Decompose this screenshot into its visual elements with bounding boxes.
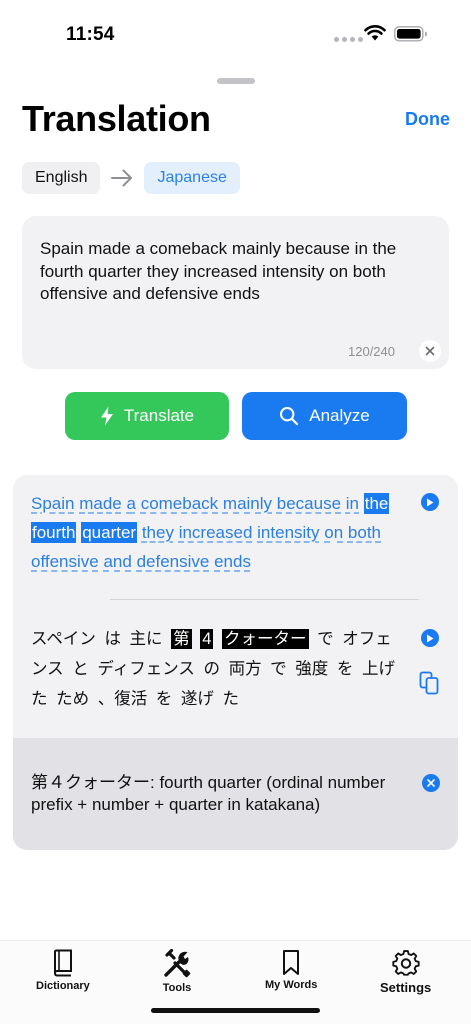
input-text[interactable]: Spain made a comeback mainly because in …: [40, 238, 432, 306]
gear-icon: [392, 950, 420, 976]
source-word-token[interactable]: because: [277, 494, 341, 513]
japanese-word-token[interactable]: た: [31, 690, 48, 708]
divider: [110, 599, 419, 600]
bolt-icon: [100, 406, 113, 426]
target-language-button[interactable]: Japanese: [144, 162, 240, 194]
source-word-token[interactable]: quarter: [81, 522, 138, 543]
japanese-word-token[interactable]: の: [203, 660, 220, 678]
source-word-token[interactable]: intensity: [257, 523, 319, 542]
book-icon: [53, 949, 72, 977]
japanese-word-token[interactable]: 、復活: [98, 690, 148, 708]
sheet-grabber[interactable]: [217, 78, 255, 84]
battery-icon: [394, 26, 427, 42]
japanese-word-token[interactable]: クォーター: [222, 629, 309, 649]
japanese-word-token[interactable]: 両方: [229, 660, 262, 678]
japanese-word-token[interactable]: 強度: [295, 660, 328, 678]
japanese-word-token[interactable]: と: [72, 660, 89, 678]
japanese-word-token[interactable]: で: [270, 660, 287, 678]
tab-label: Tools: [162, 982, 192, 994]
play-translation-icon[interactable]: [421, 629, 439, 647]
close-icon: [427, 779, 435, 787]
arrow-right-icon: [100, 168, 144, 188]
close-explanation-button[interactable]: [422, 774, 440, 792]
source-language-button[interactable]: English: [22, 162, 101, 194]
source-word-token[interactable]: a: [126, 494, 135, 513]
source-word-token[interactable]: in: [346, 494, 359, 513]
copy-icon[interactable]: [419, 671, 439, 695]
japanese-word-token[interactable]: を: [156, 690, 173, 708]
analyze-button[interactable]: Analyze: [242, 392, 407, 440]
source-word-token[interactable]: both: [348, 523, 381, 542]
japanese-word-token[interactable]: 4: [200, 629, 214, 649]
source-word-token[interactable]: the: [363, 493, 390, 514]
tab-settings[interactable]: Settings: [380, 949, 431, 995]
source-word-token[interactable]: made: [79, 494, 122, 513]
translate-label: Translate: [123, 406, 195, 425]
source-word-token[interactable]: they: [142, 523, 174, 542]
tab-tools[interactable]: Tools: [162, 949, 192, 994]
explanation-text: 第４クォーター: fourth quarter (ordinal number …: [31, 773, 386, 814]
source-word-token[interactable]: fourth: [31, 522, 77, 543]
bookmark-icon: [283, 950, 300, 975]
done-button[interactable]: Done: [405, 109, 450, 130]
language-selector: English Japanese: [22, 162, 240, 194]
japanese-word-token[interactable]: 遂げ: [181, 690, 214, 708]
play-source-icon[interactable]: [421, 493, 439, 511]
explanation-panel: 第４クォーター: fourth quarter (ordinal number …: [13, 738, 458, 850]
result-card: Spain made a comeback mainly because in …: [13, 475, 458, 850]
japanese-word-token[interactable]: 主に: [130, 630, 163, 648]
translate-button[interactable]: Translate: [65, 392, 229, 440]
input-card[interactable]: Spain made a comeback mainly because in …: [22, 216, 449, 369]
japanese-word-token[interactable]: 上げ: [362, 660, 395, 678]
source-word-token[interactable]: offensive: [31, 552, 99, 571]
tab-dictionary[interactable]: Dictionary: [36, 949, 90, 992]
close-icon: [425, 346, 435, 356]
clear-input-button[interactable]: [419, 340, 441, 362]
source-word-token[interactable]: Spain: [31, 494, 74, 513]
search-icon: [280, 407, 299, 426]
tab-label: My Words: [265, 979, 318, 991]
tab-my-words[interactable]: My Words: [265, 949, 317, 991]
status-bar: 11:54: [0, 0, 471, 62]
source-word-token[interactable]: and: [103, 552, 131, 571]
japanese-word-token[interactable]: ため: [56, 690, 89, 708]
wifi-icon: [364, 25, 386, 41]
japanese-word-token[interactable]: で: [317, 630, 334, 648]
japanese-word-token[interactable]: を: [337, 660, 354, 678]
japanese-word-token[interactable]: た: [222, 690, 239, 708]
home-indicator: [151, 1008, 320, 1013]
source-word-token[interactable]: comeback: [141, 494, 218, 513]
japanese-word-token[interactable]: は: [104, 630, 121, 648]
analyze-label: Analyze: [309, 406, 370, 425]
tools-icon: [164, 949, 191, 978]
character-count: 120/240: [348, 344, 395, 359]
japanese-word-token[interactable]: スペイン: [31, 630, 96, 648]
status-time: 11:54: [66, 24, 115, 45]
source-sentence: Spain made a comeback mainly because in …: [31, 489, 399, 576]
japanese-translation: スペイン は 主に 第 4 クォーター で オフェンス と ディフェンス の 両…: [31, 624, 403, 714]
source-word-token[interactable]: defensive: [137, 552, 210, 571]
source-word-token[interactable]: ends: [214, 552, 251, 571]
cellular-signal-icon: [334, 37, 363, 42]
japanese-word-token[interactable]: ディフェンス: [97, 660, 195, 678]
japanese-word-token[interactable]: 第: [171, 629, 192, 649]
source-word-token[interactable]: on: [324, 523, 343, 542]
tab-label: Settings: [380, 980, 432, 995]
page-title: Translation: [22, 98, 211, 139]
tab-label: Dictionary: [36, 980, 90, 992]
source-word-token[interactable]: increased: [179, 523, 253, 542]
source-word-token[interactable]: mainly: [223, 494, 272, 513]
